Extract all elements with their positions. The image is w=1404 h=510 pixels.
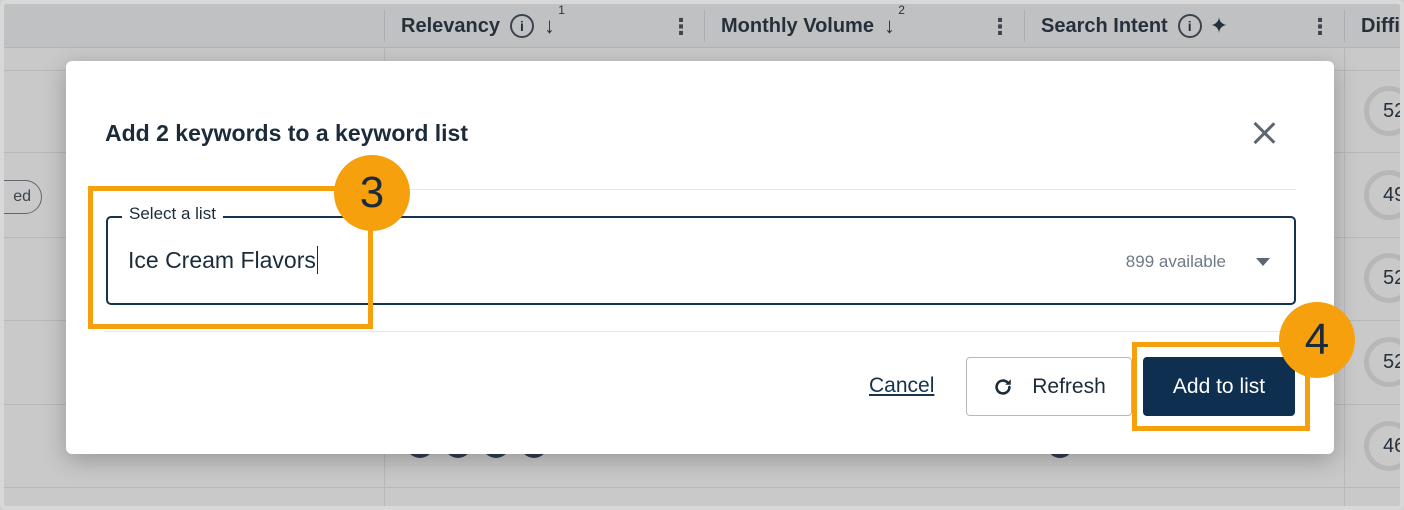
dialog-title: Add 2 keywords to a keyword list (105, 120, 468, 146)
close-icon[interactable] (1248, 117, 1280, 149)
divider (104, 331, 1296, 332)
step-3-badge: 3 (334, 155, 410, 231)
available-count: 899 available (1125, 252, 1226, 271)
refresh-icon (992, 376, 1014, 398)
cancel-button[interactable]: Cancel (869, 374, 934, 398)
dropdown-arrow-icon[interactable] (1256, 258, 1270, 266)
step-3-highlight (88, 186, 373, 329)
screenshot-frame: Relevancy i ↓ 1 ⋮ Monthly Volume ↓ 2 ⋮ Sea… (0, 0, 1404, 510)
refresh-label: Refresh (1032, 374, 1106, 398)
step-4-badge: 4 (1279, 302, 1355, 378)
refresh-button[interactable]: Refresh (966, 357, 1132, 416)
